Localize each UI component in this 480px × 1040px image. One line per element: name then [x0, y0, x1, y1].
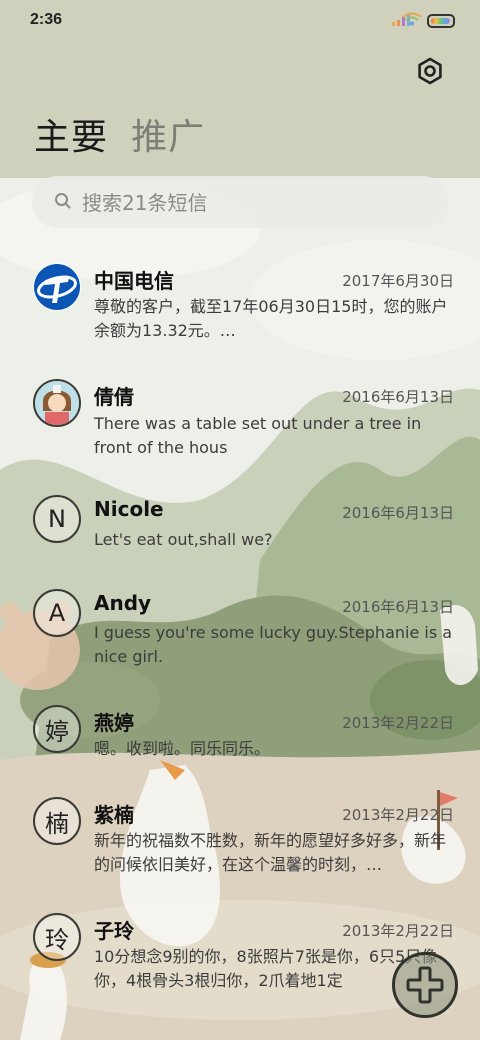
- message-preview: 新年的祝福数不胜数，新年的愿望好多好多，新年的问候依旧美好，在这个温馨的时刻，…: [94, 831, 447, 874]
- status-time: 2:36: [30, 11, 63, 28]
- letter-avatar: 楠: [33, 797, 81, 845]
- message-date: 2016年6月13日: [342, 504, 454, 522]
- message-preview: 嗯。收到啦。同乐同乐。: [94, 739, 271, 758]
- letter-avatar: 玲: [33, 913, 81, 961]
- message-date: 2013年2月22日: [342, 806, 454, 824]
- china-telecom-logo-avatar: [33, 263, 81, 311]
- search-bar[interactable]: [32, 176, 448, 230]
- search-input[interactable]: [80, 176, 424, 230]
- contact-name: 倩倩: [94, 385, 134, 409]
- contact-name: Andy: [94, 591, 152, 615]
- contact-name: 中国电信: [94, 269, 174, 293]
- contact-name: 紫楠: [94, 803, 134, 827]
- message-preview: There was a table set out under a tree i…: [94, 414, 422, 457]
- compose-button[interactable]: [392, 952, 458, 1018]
- message-preview: Let's eat out,shall we?: [94, 530, 273, 549]
- letter-avatar: A: [33, 589, 81, 637]
- search-icon: [55, 193, 71, 209]
- china-telecom-logo-icon: [34, 264, 80, 310]
- message-date: 2016年6月13日: [342, 598, 454, 616]
- message-date: 2016年6月13日: [342, 388, 454, 406]
- tab-bar: 主要 推广: [34, 108, 205, 160]
- settings-icon[interactable]: [414, 55, 446, 87]
- message-date: 2013年2月22日: [342, 922, 454, 940]
- message-preview: 尊敬的客户，截至17年06月30日15时，您的账户余额为13.32元。…: [94, 297, 448, 340]
- girl-avatar-icon: [35, 381, 79, 425]
- contact-photo-avatar: [33, 379, 81, 427]
- message-preview: I guess you're some lucky guy.Stephanie …: [94, 623, 453, 666]
- letter-avatar: N: [33, 495, 81, 543]
- contact-name: 子玲: [94, 919, 134, 943]
- message-date: 2017年6月30日: [342, 272, 454, 290]
- tab-primary[interactable]: 主要: [34, 108, 108, 160]
- wifi-icon: [402, 12, 422, 26]
- battery-icon: [427, 14, 455, 28]
- contact-name: Nicole: [94, 497, 164, 521]
- message-date: 2013年2月22日: [342, 714, 454, 732]
- letter-avatar: 婷: [33, 705, 81, 753]
- status-bar: 2:36: [0, 0, 480, 42]
- tab-promotions[interactable]: 推广: [131, 108, 205, 160]
- contact-name: 燕婷: [94, 711, 134, 735]
- compose-plus-icon: [406, 966, 444, 1004]
